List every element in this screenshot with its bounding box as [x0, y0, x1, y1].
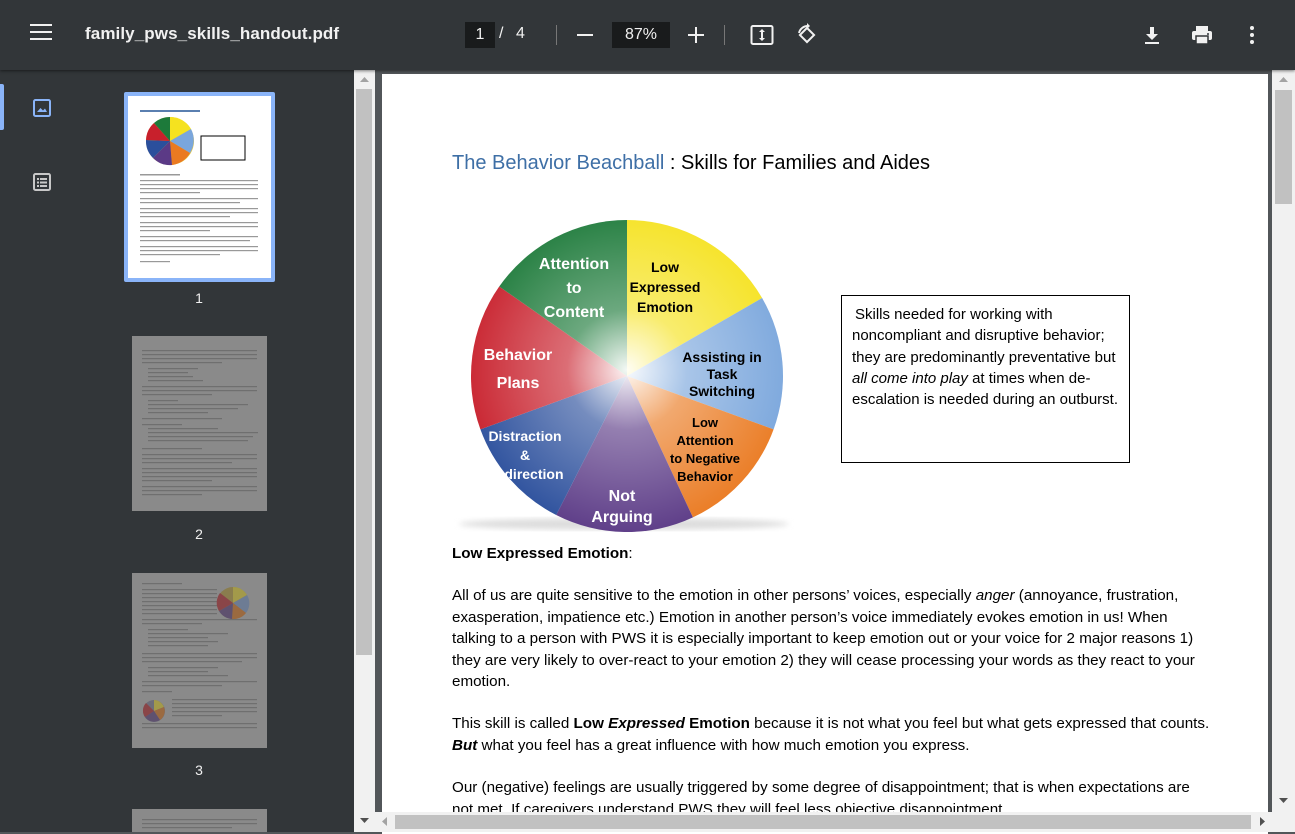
p2-bold-2: Emotion [684, 715, 750, 732]
total-pages: 4 [516, 25, 525, 42]
sidebar-scrollbar[interactable] [354, 70, 375, 832]
zoom-out-icon [577, 34, 593, 36]
thumbnail-sidebar: 1 2 3 [0, 70, 354, 832]
more-icon [1250, 26, 1254, 44]
doc-scroll-up-icon[interactable] [1279, 76, 1288, 83]
doc-scroll-down-icon[interactable] [1279, 797, 1288, 804]
rotate-button[interactable] [792, 20, 822, 50]
page-number-input[interactable]: 1 [465, 22, 495, 48]
horizontal-scrollbar-thumb[interactable] [395, 815, 1251, 829]
download-button[interactable] [1137, 20, 1167, 50]
heading-text: Low Expressed Emotion [452, 545, 629, 562]
menu-icon[interactable] [30, 24, 52, 46]
pdf-page-1: The Behavior Beachball : Skills for Fami… [382, 74, 1268, 834]
box-text-1: Skills needed for working with noncompli… [852, 306, 1116, 366]
document-scrollbar-thumb[interactable] [1275, 90, 1292, 204]
page-separator: / [499, 25, 504, 42]
page-title: The Behavior Beachball : Skills for Fami… [452, 152, 930, 175]
toolbar-divider [556, 25, 557, 45]
skills-note-box: Skills needed for working with noncompli… [841, 295, 1130, 463]
page-thumbnail-4[interactable] [132, 809, 267, 832]
p2-bold-1: Low [573, 715, 609, 732]
zoom-out-button[interactable] [570, 20, 600, 50]
scroll-left-icon[interactable] [381, 817, 388, 826]
p1-emphasis: anger [975, 587, 1015, 604]
active-tab-indicator [0, 84, 4, 130]
image-icon [33, 99, 51, 117]
outline-icon [33, 173, 51, 191]
download-icon [1145, 27, 1159, 44]
p2-e: what you feel has a great influence with… [477, 736, 970, 754]
title-blue-part: The Behavior Beachball [452, 152, 665, 174]
paragraph-2: This skill is called Low Expressed Emoti… [452, 713, 1212, 756]
print-button[interactable] [1187, 20, 1217, 50]
behavior-beachball-diagram: Low Expressed EmotionAssisting in Task Switc… [459, 220, 789, 532]
tab-thumbnails[interactable] [28, 94, 56, 122]
document-scrollbar[interactable] [1272, 70, 1295, 832]
page-thumbnail-3[interactable] [132, 573, 267, 748]
zoom-level-input[interactable]: 87% [612, 22, 670, 48]
thumbnail-2-preview [142, 350, 258, 496]
p2-bold-italic: Expressed [608, 715, 685, 732]
thumbnail-4-preview [142, 819, 257, 829]
fit-page-icon [750, 25, 774, 45]
more-actions-button[interactable] [1237, 20, 1267, 50]
page-thumbnail-1[interactable] [128, 96, 271, 278]
sidebar-scrollbar-thumb[interactable] [356, 89, 372, 655]
toolbar-divider [724, 25, 725, 45]
document-filename: family_pws_skills_handout.pdf [85, 24, 340, 43]
p2-a: This skill is called [452, 715, 574, 732]
thumbnail-label-3: 3 [195, 762, 203, 778]
section-heading: Low Expressed Emotion: [452, 543, 1212, 565]
heading-colon: : [628, 545, 633, 562]
page-thumbnail-2[interactable] [132, 336, 267, 511]
p2-c: because it is not what you feel but what… [749, 715, 1210, 732]
zoom-in-button[interactable] [681, 20, 711, 50]
thumbnail-1-preview [140, 110, 258, 263]
document-horizontal-scrollbar[interactable] [375, 812, 1272, 832]
scroll-up-icon[interactable] [360, 76, 369, 83]
thumbnail-3-preview [142, 583, 257, 729]
pdf-toolbar: family_pws_skills_handout.pdf 1 / 4 87% [0, 0, 1295, 70]
print-icon [1192, 26, 1212, 45]
p1-a: All of us are quite sensitive to the emo… [452, 587, 976, 604]
title-rest: : Skills for Families and Aides [664, 152, 931, 174]
p2-but: But [452, 736, 478, 754]
zoom-in-icon [688, 27, 704, 43]
fit-page-button[interactable] [747, 20, 777, 50]
scroll-down-icon[interactable] [360, 817, 369, 824]
scroll-right-icon[interactable] [1259, 817, 1266, 826]
thumbnail-label-1: 1 [195, 290, 203, 306]
sidebar-tabs [0, 70, 85, 832]
box-text-emphasis: all come into play [852, 369, 968, 387]
tab-outline[interactable] [28, 168, 56, 196]
rotate-icon [798, 23, 816, 44]
paragraph-1: All of us are quite sensitive to the emo… [452, 585, 1212, 693]
thumbnail-label-2: 2 [195, 526, 203, 542]
